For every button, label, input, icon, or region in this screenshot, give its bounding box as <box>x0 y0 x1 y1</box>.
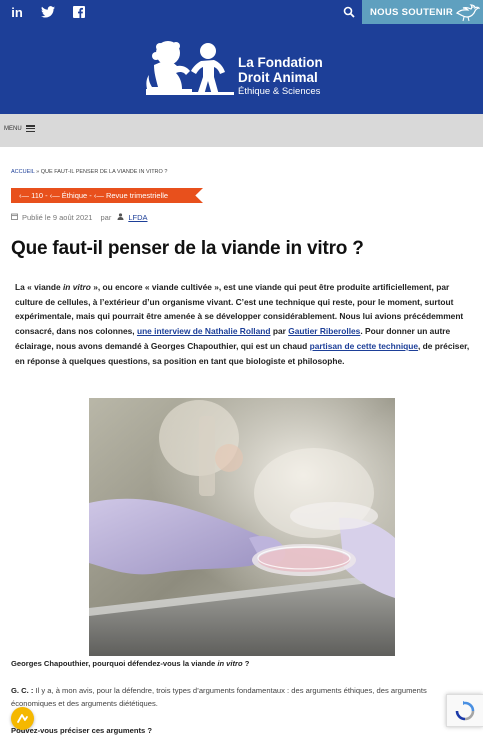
breadcrumb: ACCUEIL » QUE FAUT-IL PENSER DE LA VIAND… <box>11 169 167 175</box>
menu-label: MENU <box>4 125 22 132</box>
breadcrumb-current: » QUE FAUT-IL PENSER DE LA VIANDE IN VIT… <box>36 169 168 175</box>
facebook-icon[interactable] <box>64 0 94 24</box>
bird-icon <box>454 1 481 26</box>
breadcrumb-home-link[interactable]: ACCUEIL <box>11 169 35 175</box>
by-label: par <box>100 213 112 222</box>
logo-line-2: Droit Animal <box>238 70 318 85</box>
page-title: Que faut-il penser de la viande in vitro… <box>11 238 364 259</box>
article-lede: La « viande in vitro », ou encore « vian… <box>15 280 473 368</box>
answer-paragraph: G. C. : Il y a, à mon avis, pour la défe… <box>11 685 451 710</box>
menu-bar: MENU <box>0 114 483 147</box>
lede-text: par <box>270 326 289 337</box>
question-text: Georges Chapouthier, pourquoi défendez-v… <box>11 659 218 668</box>
user-icon <box>117 213 124 222</box>
linkedin-icon[interactable]: in <box>2 0 32 24</box>
top-bar: in NOUS SOUTENIR <box>0 0 483 24</box>
accessibility-icon[interactable] <box>11 707 34 730</box>
donate-label: NOUS SOUTENIR <box>370 6 454 18</box>
post-meta: Publié le 9 août 2021 par LFDA <box>11 213 148 222</box>
calendar-icon <box>11 213 18 222</box>
category-tags-label: ‹— 110 - ‹— Éthique - ‹— Revue trimestri… <box>19 191 169 200</box>
question-text: ? <box>242 659 250 668</box>
article-photo <box>89 398 395 656</box>
author-link[interactable]: LFDA <box>128 213 147 222</box>
site-logo-text[interactable]: La Fondation Droit Animal Éthique & Scie… <box>238 55 323 98</box>
search-icon[interactable] <box>337 0 361 24</box>
twitter-icon[interactable] <box>33 0 63 24</box>
answer-text: Il y a, à mon avis, pour la défendre, tr… <box>11 686 427 708</box>
logo-line-1: La Fondation <box>238 55 323 70</box>
answer-label: G. C. : <box>11 686 34 695</box>
question-heading: Pouvez-vous préciser ces arguments ? <box>11 726 152 735</box>
lede-text: La « viande <box>15 282 63 292</box>
technique-link[interactable]: partisan de cette technique <box>310 341 418 351</box>
question-emphasis: in vitro <box>217 659 243 668</box>
donate-button[interactable]: NOUS SOUTENIR <box>362 0 483 24</box>
logo-line-3: Éthique & Sciences <box>238 86 321 97</box>
category-tags[interactable]: ‹— 110 - ‹— Éthique - ‹— Revue trimestri… <box>11 188 203 203</box>
recaptcha-icon[interactable] <box>446 694 483 727</box>
logo-icon[interactable] <box>146 39 234 102</box>
interview-link[interactable]: une interview de Nathalie Rolland <box>137 326 271 336</box>
hamburger-icon <box>25 125 35 132</box>
author-profile-link[interactable]: Gautier Riberolles <box>288 326 360 336</box>
menu-toggle-button[interactable]: MENU <box>4 125 35 132</box>
publish-date: Publié le 9 août 2021 <box>22 213 93 222</box>
site-header: La Fondation Droit Animal Éthique & Scie… <box>0 24 483 114</box>
lede-emphasis: in vitro <box>62 282 91 292</box>
question-heading: Georges Chapouthier, pourquoi défendez-v… <box>11 659 249 668</box>
